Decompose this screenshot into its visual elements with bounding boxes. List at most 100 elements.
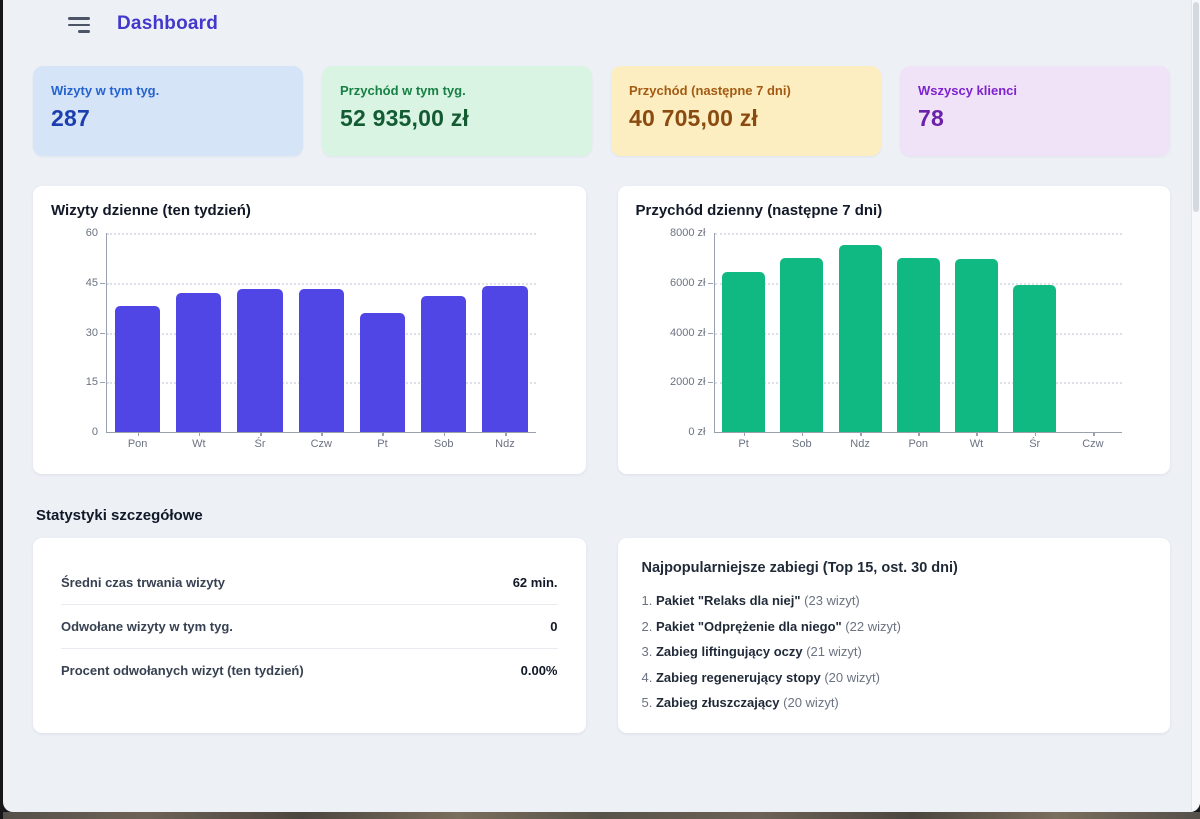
x-axis-label-Czw: Czw [1064, 438, 1122, 450]
bar-Pon[interactable] [115, 306, 160, 432]
detail-row-label: Odwołane wizyty w tym tyg. [61, 619, 233, 634]
page-title: Dashboard [117, 13, 218, 35]
y-axis-label: 60 [86, 227, 98, 239]
treatment-item-3: 3. Zabieg liftingujący oczy (21 wizyt) [642, 639, 1147, 665]
stat-card-label: Przychód w tym tyg. [340, 83, 574, 98]
y-axis-tick [100, 283, 105, 284]
x-axis-labels: PonWtŚrCzwPtSobNdz [107, 438, 536, 450]
treatment-item-2: 2. Pakiet "Odprężenie dla niego" (22 wiz… [642, 614, 1147, 640]
detail-row-label: Średni czas trwania wizyty [61, 575, 225, 590]
details-row: Średni czas trwania wizyty 62 min. Odwołan… [33, 538, 1170, 733]
stat-card-value: 52 935,00 zł [340, 105, 574, 132]
dashboard-window: Dashboard Wizyty w tym tyg. 287 Przychód w… [3, 0, 1200, 812]
bar-Sob[interactable] [780, 258, 823, 432]
y-axis-tick [708, 283, 713, 284]
revenue-chart-card: Przychód dzienny (następne 7 dni) 0 zł20… [618, 186, 1171, 474]
y-axis-tick [708, 382, 713, 383]
stat-card-1: Przychód w tym tyg. 52 935,00 zł [322, 66, 592, 156]
revenue-bar-chart: 0 zł2000 zł4000 zł6000 zł8000 złPtSobNdz… [634, 221, 1153, 467]
top-treatments-list: 1. Pakiet "Relaks dla niej" (23 wizyt)2.… [642, 588, 1147, 716]
top-treatments-card: Najpopularniejsze zabiegi (Top 15, ost. … [618, 538, 1171, 733]
x-axis-label-Sob: Sob [413, 438, 474, 450]
x-axis-label-Pt: Pt [715, 438, 773, 450]
detail-row-1: Odwołane wizyty w tym tyg. 0 [61, 605, 558, 649]
x-axis-label-Pon: Pon [889, 438, 947, 450]
detail-row-value: 0 [550, 619, 557, 634]
bar-Śr[interactable] [237, 289, 282, 432]
y-axis-label: 4000 zł [670, 327, 705, 339]
stat-card-label: Wszyscy klienci [918, 83, 1152, 98]
y-axis-tick [100, 333, 105, 334]
y-axis-label: 45 [86, 277, 98, 289]
bar-slot-Czw [1064, 233, 1122, 432]
x-axis-label-Sob: Sob [773, 438, 831, 450]
visits-plot-area: 015304560PonWtŚrCzwPtSobNdz [106, 233, 536, 433]
header: Dashboard [33, 0, 1170, 35]
bar-Pt[interactable] [722, 272, 765, 432]
bar-Ndz[interactable] [839, 245, 882, 432]
stat-card-value: 287 [51, 105, 285, 132]
x-axis-labels: PtSobNdzPonWtŚrCzw [715, 438, 1123, 450]
bar-Wt[interactable] [176, 293, 221, 432]
stat-card-2: Przychód (następne 7 dni) 40 705,00 zł [611, 66, 881, 156]
stat-card-3: Wszyscy klienci78 [900, 66, 1170, 156]
charts-row: Wizyty dzienne (ten tydzień) 015304560Po… [33, 186, 1170, 474]
visits-chart-card: Wizyty dzienne (ten tydzień) 015304560Po… [33, 186, 586, 474]
treatment-count: (22 wizyt) [842, 619, 901, 634]
treatment-rank: 5. [642, 695, 656, 710]
bar-Wt[interactable] [955, 259, 998, 432]
bar-Pon[interactable] [897, 258, 940, 432]
treatment-name: Zabieg liftingujący oczy [656, 644, 803, 659]
x-axis-label-Pon: Pon [107, 438, 168, 450]
treatment-item-5: 5. Zabieg złuszczający (20 wizyt) [642, 690, 1147, 716]
detail-row-label: Procent odwołanych wizyt (ten tydzień) [61, 663, 304, 678]
bar-Śr[interactable] [1013, 285, 1056, 432]
bar-slot-Sob [413, 233, 474, 432]
bar-slot-Czw [291, 233, 352, 432]
stat-card-value: 40 705,00 zł [629, 105, 863, 132]
bar-slot-Pon [889, 233, 947, 432]
y-axis-label: 2000 zł [670, 376, 705, 388]
x-axis-label-Wt: Wt [947, 438, 1005, 450]
stat-card-label: Wizyty w tym tyg. [51, 83, 285, 98]
y-axis-label: 0 [92, 426, 98, 438]
x-axis-label-Pt: Pt [352, 438, 413, 450]
treatment-name: Zabieg złuszczający [656, 695, 780, 710]
x-axis-label-Ndz: Ndz [831, 438, 889, 450]
bars-group [107, 233, 536, 432]
y-axis-tick [100, 382, 105, 383]
bars-group [715, 233, 1123, 432]
treatment-count: (21 wizyt) [803, 644, 862, 659]
treatment-name: Pakiet "Odprężenie dla niego" [656, 619, 842, 634]
scrollbar-thumb[interactable] [1193, 2, 1199, 212]
menu-icon[interactable] [68, 15, 90, 33]
details-section-heading: Statystyki szczegółowe [33, 507, 1170, 524]
bar-slot-Pon [107, 233, 168, 432]
bar-Ndz[interactable] [482, 286, 527, 432]
bar-Pt[interactable] [360, 313, 405, 432]
bar-slot-Pt [352, 233, 413, 432]
y-axis-label: 8000 zł [670, 227, 705, 239]
bar-slot-Ndz [474, 233, 535, 432]
x-axis-label-Wt: Wt [168, 438, 229, 450]
visits-chart-title: Wizyty dzienne (ten tydzień) [49, 202, 568, 219]
treatment-rank: 2. [642, 619, 656, 634]
treatment-rank: 1. [642, 593, 656, 608]
x-axis-label-Ndz: Ndz [474, 438, 535, 450]
treatment-count: (20 wizyt) [780, 695, 839, 710]
detail-row-2: Procent odwołanych wizyt (ten tydzień)0.… [61, 649, 558, 692]
stat-card-label: Przychód (następne 7 dni) [629, 83, 863, 98]
treatment-count: (20 wizyt) [821, 670, 880, 685]
bar-Czw[interactable] [299, 289, 344, 432]
treatment-count: (23 wizyt) [801, 593, 860, 608]
x-axis-label-Śr: Śr [1006, 438, 1064, 450]
bar-slot-Śr [229, 233, 290, 432]
detail-row-value: 62 min. [513, 575, 558, 590]
bar-slot-Wt [168, 233, 229, 432]
y-axis-tick [708, 333, 713, 334]
bar-slot-Pt [715, 233, 773, 432]
vertical-scrollbar[interactable] [1191, 0, 1200, 812]
treatment-item-4: 4. Zabieg regenerujący stopy (20 wizyt) [642, 665, 1147, 691]
stat-card-0: Wizyty w tym tyg. 287 [33, 66, 303, 156]
bar-Sob[interactable] [421, 296, 466, 432]
